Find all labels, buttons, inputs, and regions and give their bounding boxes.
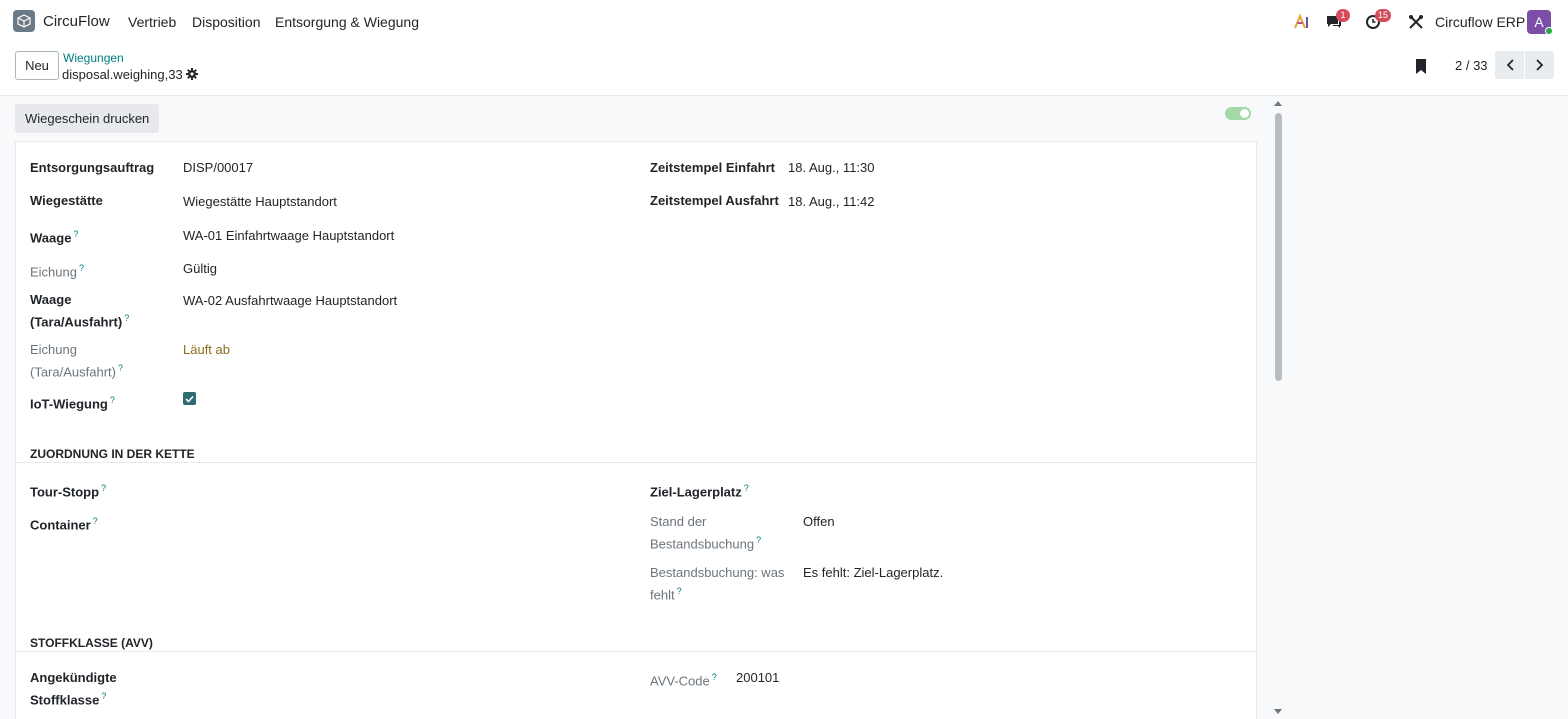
label-entsorgungsauftrag: Entsorgungsauftrag [30, 160, 155, 175]
help-tooltip-icon[interactable]: ? [744, 483, 749, 493]
field-wiegestaette[interactable]: Wiegestätte Hauptstandort [183, 192, 337, 211]
control-panel: Neu Wiegungen disposal.weighing,33 2 / 3… [0, 43, 1568, 96]
help-tooltip-icon[interactable]: ? [101, 483, 106, 493]
help-tooltip-icon[interactable]: ? [118, 363, 123, 373]
pager-value[interactable]: 2 / 33 [1455, 58, 1488, 73]
new-record-button[interactable]: Neu [15, 51, 59, 80]
field-zeitstempel-einfahrt[interactable]: 18. Aug., 11:30 [788, 158, 875, 177]
section-divider [16, 651, 1256, 652]
print-weighing-ticket-button[interactable]: Wiegeschein drucken [15, 104, 160, 133]
menu-entsorgung-wiegung[interactable]: Entsorgung & Wiegung [275, 14, 419, 30]
form-view-content: Wiegeschein drucken Entsorgungsauftrag D… [0, 96, 1568, 719]
help-tooltip-icon[interactable]: ? [677, 586, 682, 596]
gear-icon[interactable] [186, 68, 198, 80]
help-tooltip-icon[interactable]: ? [79, 263, 84, 273]
field-waage-tara[interactable]: WA-02 Ausfahrtwaage Hauptstandort [183, 291, 397, 310]
label-iot-wiegung: IoT-Wiegung? [30, 395, 115, 412]
field-waage[interactable]: WA-01 Einfahrtwaage Hauptstandort [183, 226, 394, 245]
label-waage-tara: Waage (Tara/Ausfahrt)? [30, 292, 130, 330]
breadcrumb-parent[interactable]: Wiegungen [63, 51, 124, 65]
top-navbar: CircuFlow Vertrieb Disposition Entsorgun… [0, 0, 1568, 43]
help-tooltip-icon[interactable]: ? [756, 535, 761, 545]
chevron-left-icon [1506, 59, 1514, 71]
activities-badge: 15 [1375, 9, 1392, 22]
label-eichung: Eichung? [30, 263, 84, 280]
breadcrumb-current: disposal.weighing,33 [62, 67, 183, 82]
label-eichung-tara: Eichung (Tara/Ausfahrt)? [30, 342, 123, 380]
label-zeitstempel-einfahrt: Zeitstempel Einfahrt [650, 160, 775, 175]
iot-wiegung-checkbox[interactable] [183, 392, 196, 405]
label-tour-stopp: Tour-Stopp? [30, 483, 107, 500]
field-avv-code[interactable]: 200101 [736, 668, 779, 687]
pager-previous-button[interactable] [1495, 51, 1524, 79]
help-tooltip-icon[interactable]: ? [73, 229, 78, 239]
field-stand-bestandsbuchung: Offen [803, 514, 835, 529]
label-waage: Waage? [30, 229, 79, 246]
label-container: Container? [30, 516, 98, 533]
field-eichung: Gültig [183, 261, 217, 276]
scroll-up-arrow-icon[interactable] [1273, 99, 1283, 107]
field-bestandsbuchung-fehlt: Es fehlt: Ziel-Lagerplatz. [803, 565, 944, 580]
apps-menu-icon[interactable] [13, 10, 35, 32]
chevron-right-icon [1535, 59, 1543, 71]
label-bestandsbuchung-fehlt: Bestandsbuchung: was fehlt? [650, 565, 785, 603]
field-entsorgungsauftrag[interactable]: DISP/00017 [183, 158, 253, 177]
scroll-down-arrow-icon[interactable] [1273, 708, 1283, 716]
scrollbar-thumb[interactable] [1275, 113, 1282, 381]
messages-badge: 1 [1336, 9, 1350, 22]
label-ziel-lagerplatz: Ziel-Lagerplatz? [650, 483, 749, 500]
app-name[interactable]: CircuFlow [43, 13, 110, 30]
section-title-chain: Zuordnung in der Kette [30, 447, 195, 461]
label-stand-bestandsbuchung: Stand der Bestandsbuchung? [650, 514, 762, 552]
toggle-knob [1240, 109, 1249, 118]
company-switcher[interactable]: Circuflow ERP [1435, 14, 1525, 30]
help-tooltip-icon[interactable]: ? [712, 672, 717, 682]
field-eichung-tara: Läuft ab [183, 342, 230, 357]
menu-vertrieb[interactable]: Vertrieb [128, 14, 176, 30]
menu-disposition[interactable]: Disposition [192, 14, 260, 30]
label-wiegestaette: Wiegestätte [30, 193, 103, 208]
ai-icon[interactable] [1293, 13, 1311, 31]
label-angekuendigte-stoffklasse: Angekündigte Stoffklasse? [30, 670, 117, 708]
settings-tools-icon[interactable] [1407, 13, 1425, 31]
bookmark-icon[interactable] [1415, 59, 1427, 74]
section-divider [16, 462, 1256, 463]
label-avv-code: AVV-Code? [650, 672, 717, 689]
checkmark-icon [185, 395, 194, 403]
field-zeitstempel-ausfahrt[interactable]: 18. Aug., 11:42 [788, 192, 875, 211]
pager-next-button[interactable] [1525, 51, 1554, 79]
label-zeitstempel-ausfahrt: Zeitstempel Ausfahrt [650, 193, 779, 208]
form-sheet: Entsorgungsauftrag DISP/00017 Wiegestätt… [15, 141, 1257, 719]
active-toggle[interactable] [1225, 107, 1251, 120]
help-tooltip-icon[interactable]: ? [101, 691, 106, 701]
help-tooltip-icon[interactable]: ? [124, 313, 129, 323]
online-status-dot [1545, 27, 1553, 35]
section-title-avv: Stoffklasse (AVV) [30, 636, 153, 650]
help-tooltip-icon[interactable]: ? [110, 395, 115, 405]
help-tooltip-icon[interactable]: ? [93, 516, 98, 526]
